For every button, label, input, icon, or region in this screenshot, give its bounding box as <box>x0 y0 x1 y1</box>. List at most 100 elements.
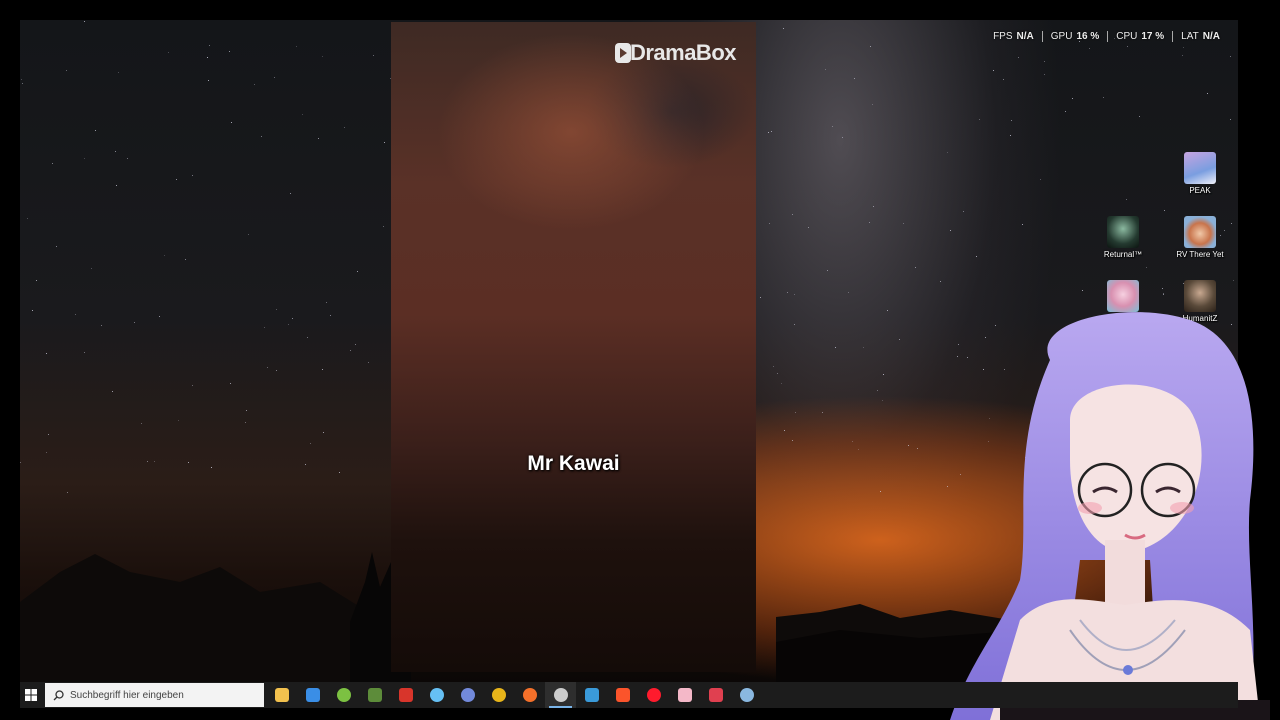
taskbar: Suchbegriff hier eingeben <box>20 682 1238 708</box>
star <box>31 310 33 312</box>
desktop-icon-label: PEAK <box>1189 186 1211 195</box>
star <box>322 369 324 371</box>
perf-fps: FPS N/A <box>985 31 1042 42</box>
star <box>83 20 85 22</box>
star <box>159 316 161 318</box>
star <box>1089 48 1091 50</box>
star <box>230 382 232 384</box>
steam-icon <box>429 688 444 702</box>
desktop-icon-rv-there-yet[interactable]: RV There Yet <box>1170 216 1230 259</box>
star <box>1065 111 1067 113</box>
desktop-icon-label: RV There Yet <box>1176 250 1224 259</box>
taskbar-app-chrome[interactable] <box>483 682 514 708</box>
star <box>154 461 156 463</box>
perf-cpu: CPU 17 % <box>1108 31 1172 42</box>
taskbar-app-obs[interactable] <box>545 682 576 708</box>
search-icon <box>53 689 64 700</box>
store-icon <box>305 688 320 702</box>
star <box>244 422 246 424</box>
desktop-icon-peak[interactable]: PEAK <box>1170 152 1230 195</box>
taskbar-app-app-blue[interactable] <box>576 682 607 708</box>
android-icon <box>336 688 351 702</box>
star <box>1145 267 1147 269</box>
video-subtitle: Mr Kawai <box>527 452 620 475</box>
star <box>111 390 113 392</box>
taskbar-app-media-app[interactable] <box>390 682 421 708</box>
firefox-icon <box>522 688 537 702</box>
star <box>794 412 796 414</box>
perf-value: N/A <box>1016 31 1034 42</box>
taskbar-app-red-bar[interactable] <box>700 682 731 708</box>
taskbar-app-steam[interactable] <box>421 682 452 708</box>
star <box>1127 46 1129 48</box>
star <box>289 193 291 195</box>
taskbar-app-file-explorer[interactable] <box>266 682 297 708</box>
taskbar-app-brave[interactable] <box>607 682 638 708</box>
star <box>1181 54 1183 56</box>
dramabox-logo: DramaBox <box>614 40 737 66</box>
star <box>1103 96 1105 98</box>
star <box>356 271 358 273</box>
star <box>1039 179 1041 181</box>
desktop-icon-returnal[interactable]: Returnal™ <box>1093 216 1153 259</box>
star <box>127 158 129 159</box>
star <box>767 131 769 133</box>
taskbar-app-store[interactable] <box>297 682 328 708</box>
star <box>261 136 263 138</box>
star <box>880 490 882 492</box>
star <box>164 254 166 256</box>
rv-there-yet-icon <box>1184 216 1216 248</box>
star <box>886 309 888 311</box>
star <box>302 113 304 115</box>
minecraft-icon <box>367 688 382 702</box>
taskbar-app-discord[interactable] <box>452 682 483 708</box>
star <box>773 366 775 368</box>
star <box>291 317 293 319</box>
perf-value: 16 % <box>1076 31 1100 42</box>
start-button[interactable] <box>20 682 42 708</box>
star <box>1022 223 1024 225</box>
taskbar-app-android[interactable] <box>328 682 359 708</box>
star <box>245 409 247 411</box>
star <box>975 256 977 258</box>
star <box>330 314 332 316</box>
perf-label: GPU <box>1050 31 1073 42</box>
star <box>47 434 49 436</box>
taskbar-app-steam-link[interactable] <box>731 682 762 708</box>
star <box>187 462 189 464</box>
performance-overlay: FPS N/A GPU 16 % CPU 17 % LAT N/A <box>985 31 1228 42</box>
star <box>792 213 794 215</box>
star <box>876 390 878 392</box>
star <box>253 84 255 86</box>
star <box>27 218 29 220</box>
taskbar-app-opera[interactable] <box>638 682 669 708</box>
star <box>1164 210 1166 212</box>
vtuber-avatar <box>950 312 1270 720</box>
perf-lat: LAT N/A <box>1173 31 1228 42</box>
star <box>882 374 884 376</box>
pink-app-icon <box>677 688 692 702</box>
taskbar-search-box[interactable]: Suchbegriff hier eingeben <box>45 683 264 707</box>
opera-icon <box>646 688 661 702</box>
star <box>1072 98 1074 100</box>
brave-icon <box>615 688 630 702</box>
star <box>349 349 351 351</box>
perf-value: N/A <box>1202 31 1220 42</box>
file-explorer-icon <box>274 688 289 702</box>
star <box>56 245 58 247</box>
windows-logo-icon <box>25 689 37 701</box>
video-player[interactable]: DramaBox Mr Kawai <box>391 22 756 672</box>
star <box>1182 47 1184 49</box>
perf-label: CPU <box>1116 31 1138 42</box>
star <box>851 441 853 443</box>
taskbar-app-minecraft[interactable] <box>359 682 390 708</box>
taskbar-app-firefox[interactable] <box>514 682 545 708</box>
star <box>1043 73 1045 75</box>
star <box>323 431 325 433</box>
returnal-icon <box>1107 216 1139 248</box>
taskbar-app-pink-app[interactable] <box>669 682 700 708</box>
star <box>872 104 874 106</box>
star <box>115 150 117 152</box>
star <box>367 361 369 363</box>
star <box>1082 290 1084 292</box>
